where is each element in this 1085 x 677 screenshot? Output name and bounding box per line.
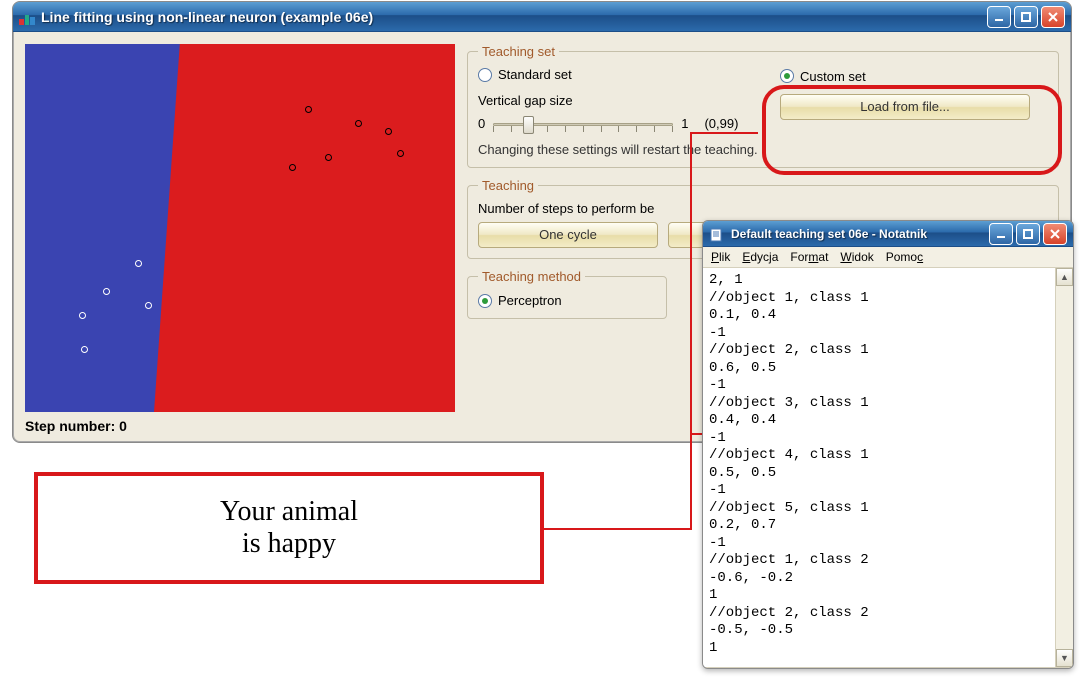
menu-edit[interactable]: Edycja <box>742 250 778 264</box>
vertical-scrollbar[interactable]: ▲ ▼ <box>1055 268 1073 667</box>
menu-format[interactable]: Format <box>790 250 828 264</box>
window-title: Line fitting using non-linear neuron (ex… <box>41 9 987 25</box>
notepad-close-button[interactable] <box>1043 223 1067 245</box>
scroll-right-icon[interactable]: ▶ <box>1037 668 1055 669</box>
connector-line <box>690 132 758 134</box>
teaching-set-legend: Teaching set <box>478 44 559 59</box>
radio-custom-set[interactable]: Custom set <box>780 69 866 84</box>
callout-box: Your animal is happy <box>34 472 544 584</box>
steps-label: Number of steps to perform be <box>478 201 1048 216</box>
app-icon <box>19 9 35 25</box>
scroll-down-icon[interactable]: ▼ <box>1056 649 1073 667</box>
horizontal-scrollbar[interactable]: ◀ ▶ <box>703 667 1073 669</box>
notepad-titlebar: Default teaching set 06e - Notatnik <box>703 221 1073 247</box>
teaching-set-group: Teaching set Standard set Vertical gap s… <box>467 44 1059 168</box>
one-cycle-button[interactable]: One cycle <box>478 222 658 248</box>
gap-min: 0 <box>478 116 485 131</box>
menu-file[interactable]: Plik <box>711 250 730 264</box>
radio-perceptron-label: Perceptron <box>498 293 562 308</box>
callout-line1: Your animal <box>220 496 358 528</box>
menu-view[interactable]: Widok <box>840 250 873 264</box>
menu-help[interactable]: Pomoc <box>886 250 923 264</box>
radio-standard-set[interactable]: Standard set <box>478 67 572 82</box>
titlebar: Line fitting using non-linear neuron (ex… <box>13 2 1071 32</box>
callout-line2: is happy <box>242 528 336 560</box>
connector-line <box>542 528 692 530</box>
scroll-up-icon[interactable]: ▲ <box>1056 268 1073 286</box>
teaching-method-legend: Teaching method <box>478 269 585 284</box>
gap-value: (0,99) <box>704 116 738 131</box>
notepad-window: Default teaching set 06e - Notatnik Plik… <box>702 220 1074 669</box>
radio-custom-label: Custom set <box>800 69 866 84</box>
notepad-menubar: Plik Edycja Format Widok Pomoc <box>703 247 1073 268</box>
left-panel: Step number: 0 <box>25 44 455 434</box>
maximize-button[interactable] <box>1014 6 1038 28</box>
gap-size-label: Vertical gap size <box>478 93 762 108</box>
notepad-maximize-button[interactable] <box>1016 223 1040 245</box>
notepad-minimize-button[interactable] <box>989 223 1013 245</box>
notepad-icon <box>709 226 725 242</box>
minimize-button[interactable] <box>987 6 1011 28</box>
restart-note: Changing these settings will restart the… <box>478 142 1048 157</box>
radio-perceptron[interactable]: Perceptron <box>478 293 562 308</box>
close-button[interactable] <box>1041 6 1065 28</box>
gap-max: 1 <box>681 116 688 131</box>
connector-line <box>690 132 692 435</box>
notepad-title: Default teaching set 06e - Notatnik <box>731 227 989 241</box>
teaching-method-group: Teaching method Perceptron <box>467 269 667 320</box>
radio-standard-label: Standard set <box>498 67 572 82</box>
step-number-label: Step number: 0 <box>25 418 455 434</box>
load-from-file-button[interactable]: Load from file... <box>780 94 1030 120</box>
notepad-text-area[interactable]: 2, 1 //object 1, class 1 0.1, 0.4 -1 //o… <box>703 268 1055 667</box>
scroll-left-icon[interactable]: ◀ <box>703 668 721 669</box>
plot-area <box>25 44 455 412</box>
connector-line <box>690 433 692 530</box>
gap-slider[interactable] <box>493 112 673 136</box>
teaching-legend: Teaching <box>478 178 538 193</box>
